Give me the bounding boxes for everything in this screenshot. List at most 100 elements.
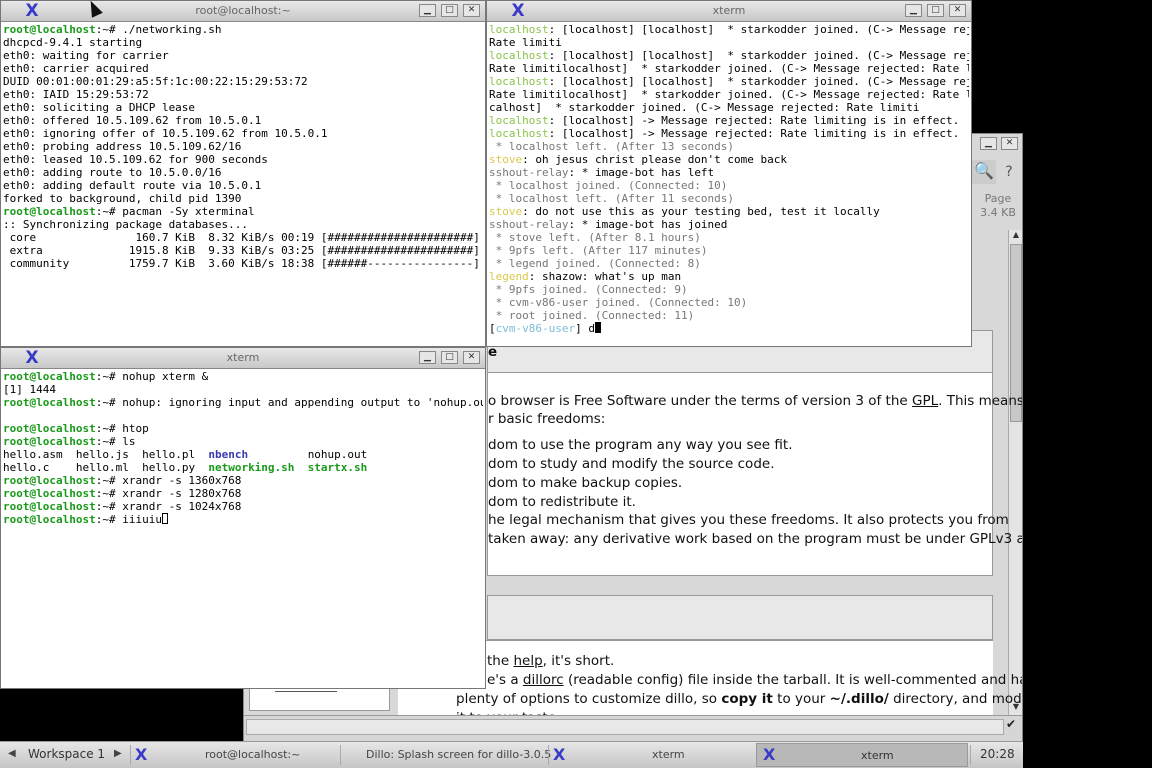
minimize-icon[interactable]: ▁ [905,4,922,17]
minimize-icon[interactable]: ▁ [419,351,436,364]
output-text: eth0: offered 10.5.109.62 from 10.5.0.1 [3,114,262,127]
task-button-dillo[interactable]: Dillo: Splash screen for dillo-3.0.5 [366,748,551,761]
file-name: hello.asm [3,448,63,461]
chat-message: localhost: [localhost] [localhost] * sta… [489,49,969,62]
chat-message: localhost: [localhost] -> Message reject… [489,127,960,140]
file-name: hello.pl [142,448,196,461]
terminal-line: [1] 1444 [3,383,483,396]
terminal-line: root@localhost:~# xrandr -s 1280x768 [3,487,483,500]
maximize-icon[interactable]: □ [441,4,458,17]
workspace-next-icon[interactable]: ▶ [114,748,122,759]
chat-message: stove: do not use this as your testing b… [489,205,880,218]
title-bar[interactable]: X xterm ▁ □ ✕ [487,1,971,22]
chat-message: localhost: [localhost] [localhost] * sta… [489,23,969,36]
command-text: :~# xrandr -s 1024x768 [95,500,242,513]
file-name: hello.c [3,461,50,474]
terminal-line: eth0: adding default route via 10.5.0.1 [3,179,483,192]
terminal-line: :: Synchronizing package databases... [3,218,483,231]
close-icon[interactable]: ✕ [463,4,480,17]
file-name: hello.js [75,448,129,461]
help-icon[interactable]: ? [998,160,1020,184]
task-button-xterm[interactable]: xterm [652,748,685,761]
prompt-host: root@localhost [3,396,96,409]
checkmark-icon[interactable]: ✔ [1006,717,1020,733]
title-bar[interactable]: X xterm ▁ □ ✕ [1,348,485,369]
xterm-x-icon: X [135,745,148,764]
maximize-icon[interactable]: □ [441,351,458,364]
license-paragraph-line1: o browser is Free Software under the ter… [488,393,1023,409]
window-title: xterm [226,351,260,364]
chat-message: sshout-relay: * image-bot has left [489,166,715,179]
terminal-line: eth0: offered 10.5.109.62 from 10.5.0.1 [3,114,483,127]
output-text: eth0: probing address 10.5.109.62/16 [3,140,242,153]
workspace-name[interactable]: Workspace 1 [28,747,105,761]
chat-nick: legend [489,270,529,283]
output-text: core 160.7 KiB 8.32 KiB/s 00:19 [#######… [3,231,483,244]
file-name: nbench [208,448,249,461]
options-line: plenty of options to customize dillo, so… [456,691,1022,707]
chat-message: * localhost left. (After 11 seconds) [489,192,735,205]
terminal-line: root@localhost:~# ./networking.sh [3,23,483,36]
vertical-scrollbar[interactable]: ▲ ▼ [1008,230,1022,715]
search-button[interactable]: 🔍 [972,160,996,184]
xterm-window-shell[interactable]: X xterm ▁ □ ✕ root@localhost:~# nohup xt… [0,347,486,689]
maximize-icon[interactable]: □ [927,4,944,17]
chat-line: * stove left. (After 8.1 hours) [489,231,969,244]
chat-message: localhost: [localhost] [localhost] * sta… [489,75,969,88]
command-text: :~# pacman -Sy xterminal [95,205,255,218]
chat-line: stove: oh jesus christ please don't come… [489,153,969,166]
chat-nick: localhost [489,127,549,140]
file-name: nohup.out [307,448,368,461]
task-button-root-terminal[interactable]: root@localhost:~ [205,748,300,761]
xterm-window-root[interactable]: X root@localhost:~ ▁ □ ✕ root@localhost:… [0,0,486,347]
help-line: the help, it's short. [487,653,615,669]
chat-message: * 9pfs joined. (Connected: 9) [489,283,688,296]
task-button-xterm-active[interactable]: X xterm [756,743,968,767]
xterm-window-chat[interactable]: X xterm ▁ □ ✕ localhost: [localhost] [lo… [486,0,972,347]
output-text: forked to background, child pid 1390 [3,192,242,205]
chat-line: * 9pfs left. (After 117 minutes) [489,244,969,257]
terminal-output[interactable]: root@localhost:~# ./networking.sh dhcpcd-… [3,23,483,344]
chat-line: * legend joined. (Connected: 8) [489,257,969,270]
chat-message: calhost] * starkodder joined. (C-> Messa… [489,101,920,114]
chat-line: localhost: [localhost] [localhost] * sta… [489,49,969,62]
chat-message: * root joined. (Connected: 11) [489,309,695,322]
chat-nick: stove [489,205,523,218]
scroll-up-arrow-icon[interactable]: ▲ [1010,230,1022,242]
output-text: eth0: IAID 15:29:53:72 [3,88,149,101]
chat-message: localhost: [localhost] -> Message reject… [489,114,960,127]
chat-output[interactable]: localhost: [localhost] [localhost] * sta… [489,23,969,344]
chat-line: localhost: [localhost] [localhost] * sta… [489,75,969,88]
help-link[interactable]: help [513,653,542,669]
chat-nick: localhost [489,49,549,62]
minimize-icon[interactable]: ▁ [980,137,997,150]
terminal-line: extra 1915.8 KiB 9.33 KiB/s 03:25 [#####… [3,244,483,257]
chat-message: Rate limitilocalhost] * starkodder joine… [489,88,969,101]
title-bar[interactable]: X root@localhost:~ ▁ □ ✕ [1,1,485,22]
license-paragraph-line4: taken away: any derivative work based on… [488,531,1023,547]
terminal-line: eth0: probing address 10.5.109.62/16 [3,140,483,153]
horizontal-scrollbar[interactable] [246,719,1004,735]
workspace-prev-icon[interactable]: ◀ [8,748,16,759]
chat-line: legend: shazow: what's up man [489,270,969,283]
chat-input-line[interactable]: [cvm-v86-user] d [489,322,969,335]
terminal-line: dhcpcd-9.4.1 starting [3,36,483,49]
gpl-link[interactable]: GPL [912,393,938,409]
minimize-icon[interactable]: ▁ [419,4,436,17]
terminal-line: eth0: adding route to 10.5.0.0/16 [3,166,483,179]
close-icon[interactable]: ✕ [463,351,480,364]
input-text: d [588,322,595,335]
command-text: :~# xrandr -s 1360x768 [95,474,242,487]
dillorc-link[interactable]: dillorc [523,672,564,688]
close-icon[interactable]: ✕ [1001,137,1018,150]
close-icon[interactable]: ✕ [949,4,966,17]
terminal-line: root@localhost:~# ls [3,435,483,448]
terminal-output[interactable]: root@localhost:~# nohup xterm & [1] 1444 r… [3,370,483,686]
chat-line: * localhost left. (After 13 seconds) [489,140,969,153]
file-name: hello.ml [75,461,129,474]
output-text: eth0: leased 10.5.109.62 for 900 seconds [3,153,268,166]
terminal-line: root@localhost:~# nohup xterm & [3,370,483,383]
freedom-item: dom to use the program any way you see f… [488,437,793,453]
terminal-line: hello.asm hello.js hello.pl nbench nohup… [3,448,483,461]
command-text: :~# xrandr -s 1280x768 [95,487,242,500]
